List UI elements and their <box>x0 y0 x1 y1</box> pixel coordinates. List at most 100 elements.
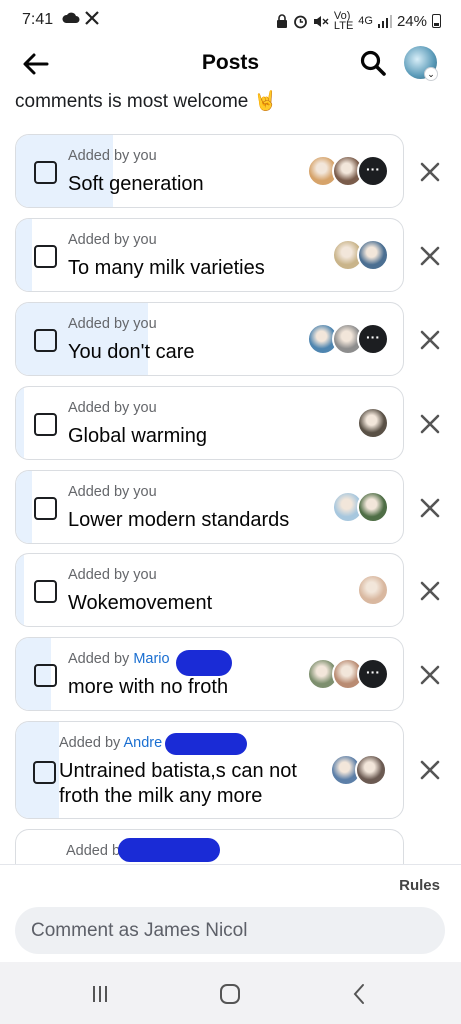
option-checkbox[interactable] <box>34 245 57 268</box>
volte-label: Vo) LTE <box>333 10 354 32</box>
added-by-text: Added by Mario <box>68 651 170 667</box>
option-label: To many milk varieties <box>68 257 265 279</box>
redaction-scribble <box>165 733 247 755</box>
poll-option[interactable]: Added by you To many milk varieties <box>15 218 404 292</box>
divider <box>0 864 461 865</box>
chevron-down-icon: ⌄ <box>424 67 438 81</box>
option-label: Global warming <box>68 425 207 447</box>
vote-share-bar <box>16 387 24 459</box>
lock-icon <box>276 13 287 28</box>
remove-option-icon[interactable] <box>416 158 444 186</box>
redaction-scribble <box>118 838 220 862</box>
voter-avatar <box>357 491 389 523</box>
option-checkbox[interactable] <box>34 497 57 520</box>
added-by-prefix: Added by you <box>68 484 157 500</box>
status-left-icons <box>62 10 100 26</box>
voter-avatars[interactable] <box>330 754 387 786</box>
remove-option-icon[interactable] <box>416 494 444 522</box>
rules-link[interactable]: Rules <box>399 877 440 894</box>
system-nav-bar <box>0 962 461 1024</box>
voter-avatars[interactable] <box>332 239 389 271</box>
voter-avatar <box>357 574 389 606</box>
home-icon[interactable] <box>216 980 244 1008</box>
option-checkbox[interactable] <box>33 761 56 784</box>
option-checkbox[interactable] <box>34 413 57 436</box>
header: Posts ⌄ <box>0 42 461 86</box>
voter-avatars[interactable]: ··· <box>307 658 389 690</box>
voter-avatars[interactable] <box>357 407 389 439</box>
option-label: Lower modern standards <box>68 509 290 531</box>
alarm-icon <box>294 15 307 28</box>
remove-option-icon[interactable] <box>416 242 444 270</box>
added-by-prefix: Added b <box>66 843 121 859</box>
network-label: 4G <box>358 15 373 27</box>
voter-avatars[interactable] <box>332 491 389 523</box>
remove-option-icon[interactable] <box>416 661 444 689</box>
recent-apps-icon[interactable] <box>86 980 114 1008</box>
added-by-prefix: Added by you <box>68 232 157 248</box>
status-time: 7:41 <box>22 11 54 28</box>
voter-avatar <box>357 239 389 271</box>
added-by-name[interactable]: Andre <box>124 735 163 751</box>
remove-option-icon[interactable] <box>416 326 444 354</box>
added-by-text: Added by you <box>68 232 157 248</box>
voter-avatars[interactable]: ··· <box>307 155 389 187</box>
cloud-icon <box>62 12 80 23</box>
added-by-text: Added by you <box>68 148 157 164</box>
poll-option[interactable]: Added by you You don't care ··· <box>15 302 404 376</box>
back-nav-icon[interactable] <box>346 980 374 1008</box>
voter-avatar <box>357 407 389 439</box>
added-by-name[interactable]: Mario <box>133 651 169 667</box>
vote-share-bar <box>16 554 24 626</box>
option-checkbox[interactable] <box>34 161 57 184</box>
status-bar: 7:41 Vo) LTE 4G 24% <box>0 0 461 42</box>
voter-avatars[interactable]: ··· <box>307 323 389 355</box>
page-title: Posts <box>201 51 260 74</box>
more-voters-icon: ··· <box>357 155 389 187</box>
comment-input[interactable] <box>15 907 445 954</box>
x-logo-icon <box>85 11 99 25</box>
added-by-text: Added by Andre <box>59 735 162 751</box>
battery-icon <box>432 14 441 28</box>
added-by-text: Added by you <box>68 567 157 583</box>
option-checkbox[interactable] <box>34 329 57 352</box>
remove-option-icon[interactable] <box>416 577 444 605</box>
option-checkbox[interactable] <box>34 580 57 603</box>
more-voters-icon: ··· <box>357 323 389 355</box>
search-icon[interactable] <box>358 48 388 78</box>
mute-icon <box>313 15 329 27</box>
option-label: Soft generation <box>68 173 204 195</box>
option-label: You don't care <box>68 341 195 363</box>
added-by-prefix: Added by <box>59 735 124 751</box>
poll-option[interactable]: Added by you Lower modern standards <box>15 470 404 544</box>
signal-icon <box>377 14 392 28</box>
status-right-icons: Vo) LTE 4G 24% <box>276 10 441 32</box>
poll-option[interactable]: Added by you Global warming <box>15 386 404 460</box>
added-by-text: Added b <box>66 843 120 859</box>
added-by-text: Added by you <box>68 484 157 500</box>
remove-option-icon[interactable] <box>416 410 444 438</box>
vote-share-bar <box>16 471 32 543</box>
added-by-text: Added by you <box>68 316 157 332</box>
added-by-text: Added by you <box>68 400 157 416</box>
voter-avatar <box>355 754 387 786</box>
poll-option[interactable]: Added by you Soft generation ··· <box>15 134 404 208</box>
more-voters-icon: ··· <box>357 658 389 690</box>
option-label: Untrained batista,s can not froth the mi… <box>59 760 297 807</box>
battery-percent: 24% <box>396 12 427 30</box>
added-by-prefix: Added by you <box>68 567 157 583</box>
remove-option-icon[interactable] <box>416 756 444 784</box>
option-label: more with no froth <box>68 676 229 698</box>
added-by-prefix: Added by <box>68 651 134 667</box>
added-by-prefix: Added by you <box>68 148 157 164</box>
redaction-scribble <box>176 650 232 676</box>
poll-options-list[interactable]: Added by you Soft generation ··· Added by y… <box>0 132 461 864</box>
option-checkbox[interactable] <box>34 664 57 687</box>
added-by-prefix: Added by you <box>68 400 157 416</box>
voter-avatars[interactable] <box>357 574 389 606</box>
poll-option[interactable]: Added by you Wokemovement <box>15 553 404 627</box>
vote-share-bar <box>16 135 114 207</box>
post-intro-text: comments is most welcome 🤘 <box>15 91 278 112</box>
vote-share-bar <box>16 219 32 291</box>
comment-box[interactable] <box>15 907 445 954</box>
